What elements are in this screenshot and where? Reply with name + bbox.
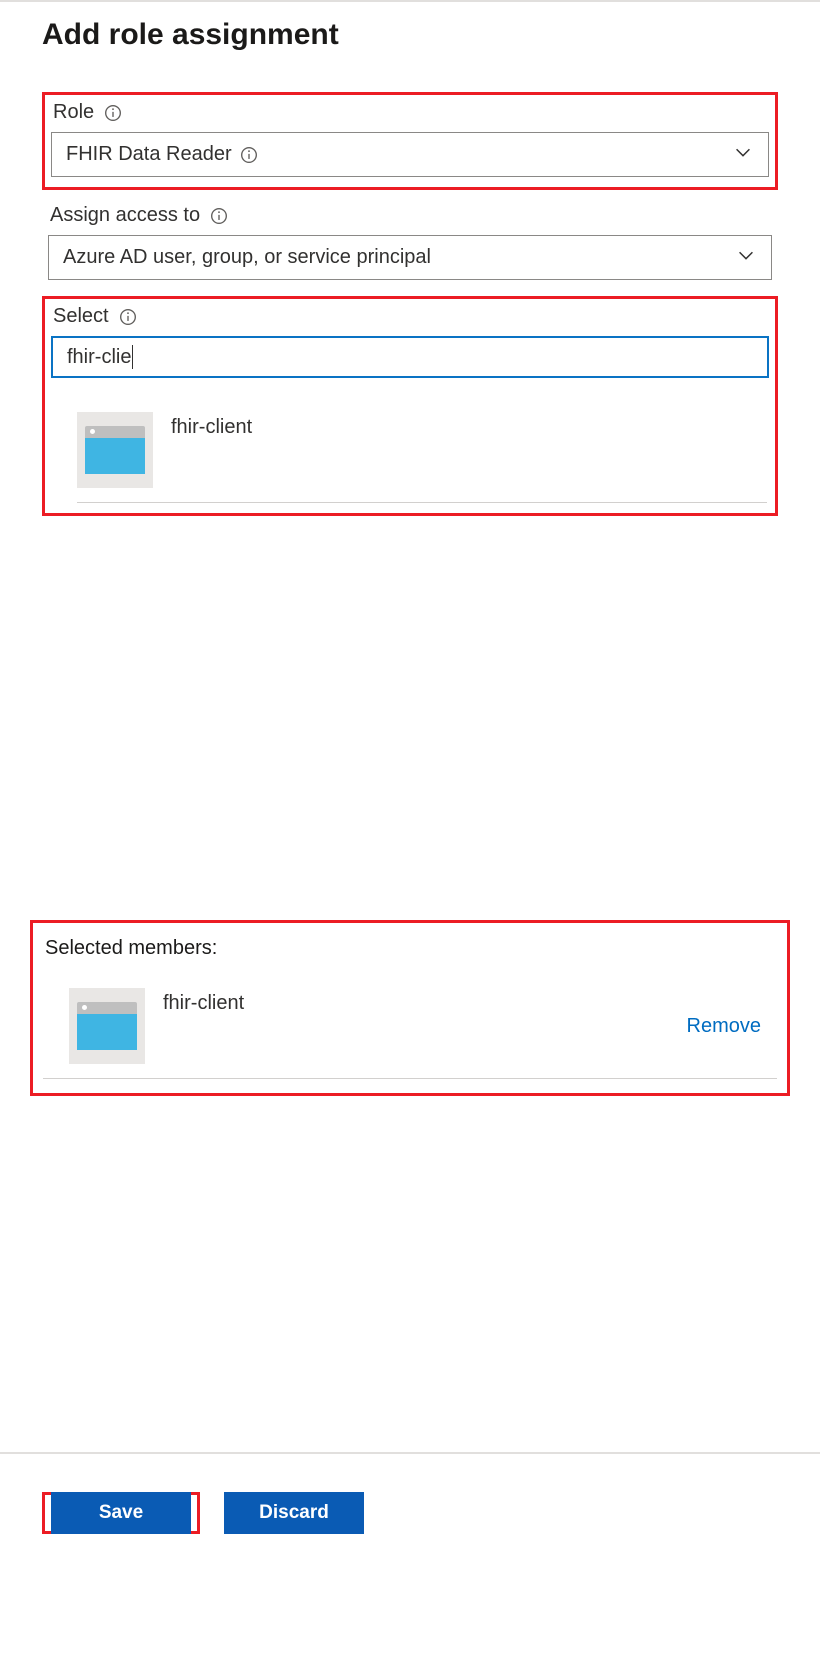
selected-members-highlight: Selected members: fhir-client Remove: [30, 920, 790, 1096]
footer-divider: [0, 1452, 820, 1454]
role-dropdown[interactable]: FHIR Data Reader: [51, 132, 769, 177]
select-section-highlight: Select fhir-clie fhir-client: [42, 296, 778, 516]
selected-member-item: fhir-client Remove: [43, 988, 777, 1079]
save-button-highlight: Save: [42, 1492, 200, 1534]
page-title: Add role assignment: [42, 18, 778, 52]
app-icon: [69, 988, 145, 1064]
search-result-item[interactable]: fhir-client: [77, 412, 767, 503]
role-label-row: Role: [53, 101, 769, 124]
role-dropdown-value: FHIR Data Reader: [66, 143, 232, 166]
select-label-row: Select: [53, 305, 769, 328]
select-search-input[interactable]: fhir-clie: [51, 336, 769, 378]
chevron-down-icon: [735, 244, 757, 272]
assign-access-dropdown[interactable]: Azure AD user, group, or service princip…: [48, 235, 772, 280]
info-icon[interactable]: [119, 308, 137, 326]
text-caret: [132, 345, 133, 369]
role-label: Role: [53, 101, 94, 124]
select-search-value: fhir-clie: [67, 346, 131, 369]
selected-members-title: Selected members:: [45, 937, 777, 960]
selected-member-name: fhir-client: [163, 990, 244, 1015]
info-icon[interactable]: [210, 207, 228, 225]
save-button[interactable]: Save: [51, 1492, 191, 1534]
assign-access-value: Azure AD user, group, or service princip…: [63, 246, 431, 269]
assign-access-label: Assign access to: [50, 204, 200, 227]
info-icon[interactable]: [240, 146, 258, 164]
chevron-down-icon: [732, 141, 754, 169]
footer-actions: Save Discard: [42, 1492, 364, 1534]
search-result-name: fhir-client: [171, 414, 252, 439]
info-icon[interactable]: [104, 104, 122, 122]
app-icon: [77, 412, 153, 488]
assign-access-label-row: Assign access to: [50, 204, 772, 227]
role-section-highlight: Role FHIR Data Reader: [42, 92, 778, 190]
assign-access-section: Assign access to Azure AD user, group, o…: [42, 204, 778, 280]
remove-link[interactable]: Remove: [687, 1015, 769, 1038]
discard-button[interactable]: Discard: [224, 1492, 364, 1534]
select-results: fhir-client: [51, 378, 769, 503]
select-label: Select: [53, 305, 109, 328]
